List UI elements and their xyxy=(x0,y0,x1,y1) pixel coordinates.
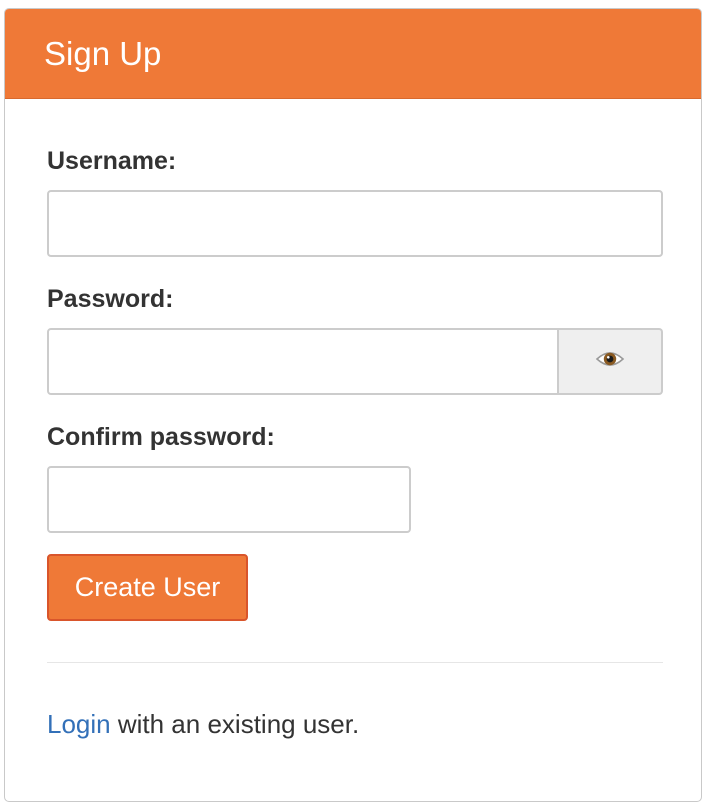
confirm-password-label: Confirm password: xyxy=(47,423,275,451)
username-input[interactable] xyxy=(47,190,663,257)
username-label: Username: xyxy=(47,147,177,175)
password-input-group xyxy=(47,328,663,395)
page-title: Sign Up xyxy=(44,35,162,72)
signup-panel: Sign Up Username: Password: Confirm pass… xyxy=(4,8,702,802)
divider xyxy=(47,662,663,663)
login-prompt: Login with an existing user. xyxy=(47,708,359,740)
confirm-password-input[interactable] xyxy=(47,466,411,533)
create-user-button[interactable]: Create User xyxy=(47,554,248,621)
login-prompt-text: with an existing user. xyxy=(110,709,360,739)
show-password-button[interactable] xyxy=(559,328,663,395)
login-link[interactable]: Login xyxy=(47,709,111,739)
password-label: Password: xyxy=(47,285,174,313)
password-input[interactable] xyxy=(47,328,559,395)
panel-header: Sign Up xyxy=(5,9,701,99)
eye-icon xyxy=(595,349,625,374)
